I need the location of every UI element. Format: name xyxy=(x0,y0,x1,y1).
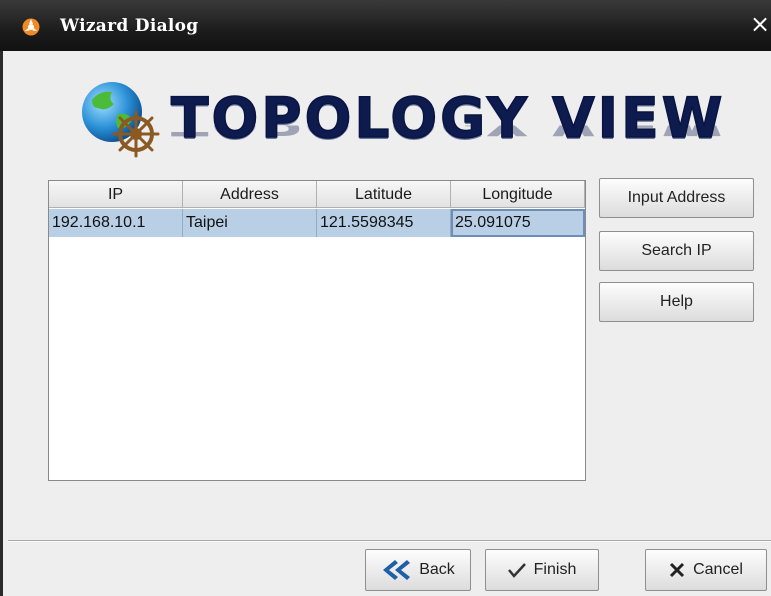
table-row[interactable]: 192.168.10.1 Taipei 121.5598345 25.09107… xyxy=(49,209,585,237)
double-left-arrow-icon xyxy=(383,560,411,580)
table-header: IP Address Latitude Longitude xyxy=(49,181,585,209)
cell-ip[interactable]: 192.168.10.1 xyxy=(49,209,183,237)
column-header-latitude[interactable]: Latitude xyxy=(317,181,451,208)
search-ip-button[interactable]: Search IP xyxy=(599,231,754,271)
footer-separator xyxy=(8,540,771,542)
cell-latitude[interactable]: 121.5598345 xyxy=(317,209,451,237)
column-header-address[interactable]: Address xyxy=(183,181,317,208)
ip-table[interactable]: IP Address Latitude Longitude 192.168.10… xyxy=(48,180,586,481)
cancel-label: Cancel xyxy=(693,561,743,578)
column-header-ip[interactable]: IP xyxy=(49,181,183,208)
x-icon xyxy=(670,562,685,578)
banner-reflection: TOPOLOGY VIEW xyxy=(171,126,725,143)
finish-label: Finish xyxy=(533,561,577,578)
cell-address[interactable]: Taipei xyxy=(183,209,317,237)
close-button[interactable]: × xyxy=(750,12,770,36)
input-address-button[interactable]: Input Address xyxy=(599,178,754,218)
title-bar[interactable]: Wizard Dialog × xyxy=(0,0,771,51)
checkmark-icon xyxy=(507,563,526,578)
wizard-dialog-window: Wizard Dialog × TOPOLOGY VIEW TOPOLOGY V… xyxy=(0,0,771,596)
cancel-button[interactable]: Cancel xyxy=(645,549,767,591)
app-icon xyxy=(22,18,40,36)
back-button[interactable]: Back xyxy=(365,549,471,591)
window-title: Wizard Dialog xyxy=(60,16,199,36)
cell-longitude[interactable]: 25.091075 xyxy=(451,209,585,237)
finish-button[interactable]: Finish xyxy=(485,549,599,591)
back-label: Back xyxy=(419,561,455,578)
column-header-longitude[interactable]: Longitude xyxy=(451,181,585,208)
globe-with-helm-icon xyxy=(82,82,160,158)
help-button[interactable]: Help xyxy=(599,282,754,322)
